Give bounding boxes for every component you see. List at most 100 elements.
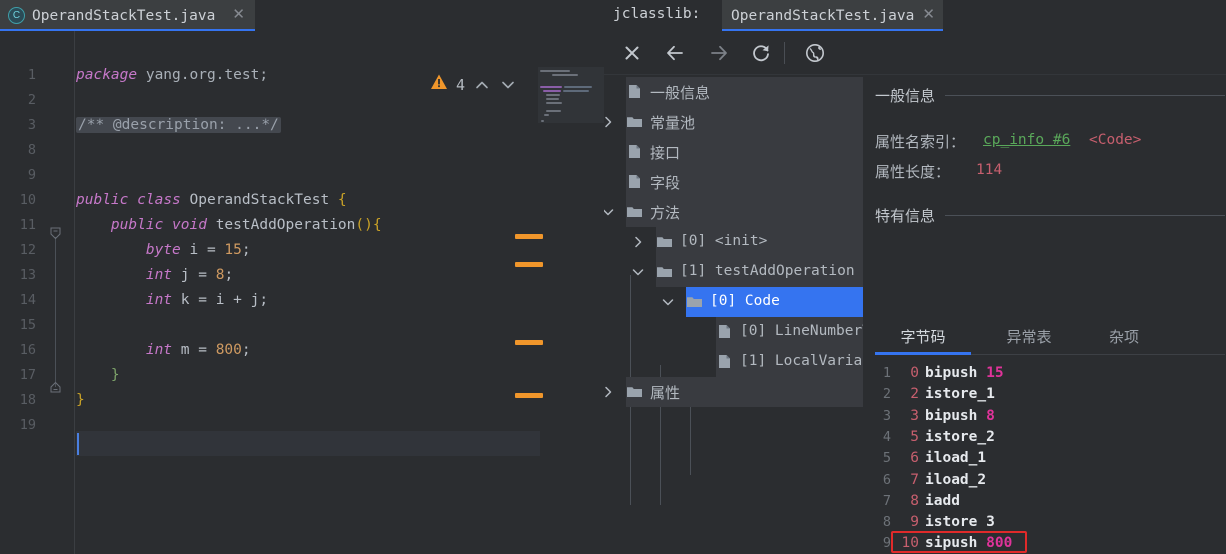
bytecode-row[interactable]: 2 2 istore_1 <box>863 384 1225 405</box>
close-icon[interactable]: ✕ <box>914 7 935 24</box>
inspection-widget[interactable]: 4 <box>430 73 517 96</box>
specific-info-section-header: 特有信息 <box>875 205 1225 226</box>
tree-item[interactable]: 字段 <box>604 167 863 197</box>
change-marker[interactable] <box>515 340 543 345</box>
chevron-down-icon[interactable] <box>660 294 676 310</box>
detail-subtab[interactable]: 杂项 <box>1087 321 1161 351</box>
chevron-down-icon[interactable] <box>499 76 517 94</box>
detail-subtab[interactable]: 字节码 <box>875 321 971 351</box>
code-line[interactable]: int j = 8; <box>76 263 233 288</box>
tree-item[interactable]: 属性 <box>604 377 863 407</box>
code-area[interactable]: 1238910111213141516171819 <box>0 31 604 554</box>
editor-tab-operandstacktest[interactable]: C OperandStackTest.java ✕ <box>0 0 255 31</box>
subtab-active-underline <box>875 352 971 355</box>
close-icon[interactable]: ✕ <box>226 7 247 24</box>
chevron-right-icon[interactable] <box>604 114 616 130</box>
tree-item-label: [0] LineNumberTable <box>740 323 863 339</box>
tree-item[interactable]: [0] <init> <box>604 227 863 257</box>
bytecode-row[interactable]: 6 7 iload_2 <box>863 470 1225 491</box>
minimap-line <box>552 74 578 76</box>
bytecode-listing[interactable]: 1 0 bipush 15 2 2 istore_1 3 3 bipush 8 4 5 istore_… <box>863 361 1225 554</box>
cp-info-link[interactable]: cp_info #6 <box>983 132 1070 148</box>
bytecode-line-number: 4 <box>882 429 891 445</box>
jclasslib-toolbar <box>604 31 1226 75</box>
bytecode-row[interactable]: 4 5 istore_2 <box>863 427 1225 448</box>
globe-icon[interactable] <box>803 41 827 65</box>
tree-guide-line <box>690 395 691 475</box>
general-info-title: 一般信息 <box>875 87 936 105</box>
code-line[interactable]: /** @description: ...*/ <box>76 113 281 138</box>
code-token: ; <box>224 267 234 283</box>
code-token: int <box>145 267 173 283</box>
bytecode-opcode: iload_1 <box>925 450 987 466</box>
change-marker[interactable] <box>515 262 543 267</box>
bytecode-row[interactable]: 8 9 istore 3 <box>863 512 1225 533</box>
change-marker[interactable] <box>515 393 543 398</box>
code-minimap[interactable] <box>538 67 604 123</box>
tree-item[interactable]: 常量池 <box>604 107 863 137</box>
back-arrow-icon[interactable] <box>663 41 687 65</box>
line-number: 3 <box>27 117 36 133</box>
code-line[interactable]: byte i = 15; <box>76 238 251 263</box>
code-token: 800 <box>215 342 242 358</box>
folded-javadoc[interactable]: /** @description: ...*/ <box>76 117 281 133</box>
fold-marker-collapse[interactable] <box>49 227 62 240</box>
tree-item[interactable]: 接口 <box>604 137 863 167</box>
line-number-gutter: 1 2 3 8 9 10 11 12 13 14 15 16 17 18 19 <box>0 31 42 554</box>
forward-arrow-icon[interactable] <box>707 41 731 65</box>
tree-item[interactable]: [1] testAddOperation <box>604 257 863 287</box>
code-token: ; <box>241 342 251 358</box>
tree-item[interactable]: [0] Code <box>604 287 863 317</box>
warning-triangle-icon[interactable] <box>430 73 448 96</box>
code-line[interactable]: public void testAddOperation(){ <box>76 213 382 238</box>
tree-item[interactable]: [0] LineNumberTable <box>604 317 863 347</box>
chevron-right-icon[interactable] <box>630 234 646 250</box>
refresh-icon[interactable] <box>749 41 773 65</box>
fold-marker-end[interactable] <box>49 381 62 394</box>
code-token: k = i + j; <box>180 292 269 308</box>
code-token: testAddOperation <box>215 217 356 233</box>
code-line[interactable]: } <box>76 388 85 413</box>
line-number: 1 <box>27 67 36 83</box>
code-line[interactable]: package yang.org.test; <box>76 63 268 88</box>
tree-item[interactable]: 一般信息 <box>604 77 863 107</box>
tree-item-label: 常量池 <box>650 114 696 132</box>
code-token: (){ <box>355 217 382 233</box>
minimap-line <box>564 86 592 88</box>
chevron-down-icon[interactable] <box>630 264 646 280</box>
tree-item-label: 接口 <box>650 144 681 162</box>
tool-tab-operandstacktest[interactable]: OperandStackTest.java ✕ <box>722 0 943 31</box>
source-code[interactable]: package yang.org.test; /** @description: … <box>76 31 604 554</box>
close-icon[interactable] <box>620 41 644 65</box>
tree-item[interactable]: 方法 <box>604 197 863 227</box>
code-line[interactable]: } <box>76 363 120 388</box>
code-line[interactable]: int m = 800; <box>76 338 251 363</box>
section-rule <box>945 95 1225 96</box>
code-line[interactable]: public class OperandStackTest { <box>76 188 347 213</box>
tree-item[interactable]: [1] LocalVariableTable <box>604 347 863 377</box>
bytecode-row[interactable]: 5 6 iload_1 <box>863 448 1225 469</box>
bytecode-row[interactable]: 3 3 bipush 8 <box>863 406 1225 427</box>
chevron-down-icon[interactable] <box>604 204 616 220</box>
class-structure-tree[interactable]: 一般信息常量池接口字段 方法 [0] <init> [1] testAddOperat… <box>604 75 863 554</box>
chevron-up-icon[interactable] <box>473 76 491 94</box>
editor-tab-label: OperandStackTest.java <box>32 7 216 24</box>
bytecode-line-number: 8 <box>882 514 891 530</box>
bytecode-offset: 7 <box>910 472 919 488</box>
code-line[interactable]: int k = i + j; <box>76 288 268 313</box>
detail-subtab[interactable]: 异常表 <box>981 321 1077 351</box>
tree-item-label: 一般信息 <box>650 84 711 102</box>
code-folding-column[interactable] <box>42 31 74 554</box>
bytecode-row[interactable]: 1 0 bipush 15 <box>863 363 1225 384</box>
jclasslib-tool-window: jclasslib: OperandStackTest.java ✕ 一般信息 … <box>604 0 1226 554</box>
change-marker[interactable] <box>515 234 543 239</box>
bytecode-line-number: 9 <box>882 535 891 551</box>
bytecode-row[interactable]: 7 8 iadd <box>863 491 1225 512</box>
chevron-right-icon[interactable] <box>604 384 616 400</box>
bytecode-offset: 5 <box>910 429 919 445</box>
